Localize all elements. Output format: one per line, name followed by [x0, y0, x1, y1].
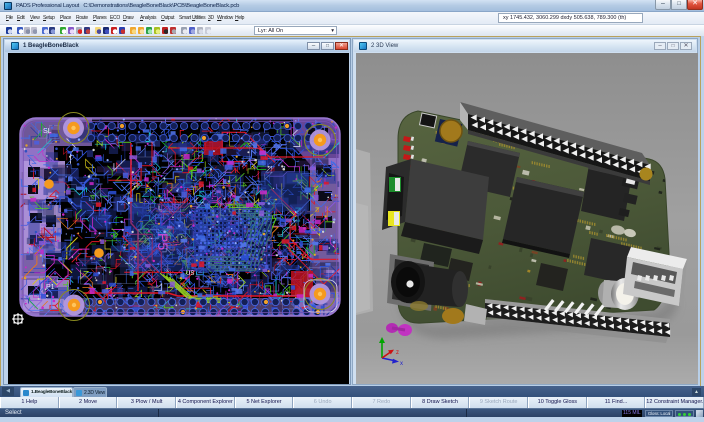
svg-text:x: x [400, 361, 403, 367]
svg-text:z: z [396, 350, 399, 356]
svg-text:SL: SL [43, 128, 52, 135]
svg-text:P5: P5 [155, 233, 171, 250]
svg-text:US: US [186, 271, 194, 277]
svg-text:P1: P1 [46, 284, 55, 291]
